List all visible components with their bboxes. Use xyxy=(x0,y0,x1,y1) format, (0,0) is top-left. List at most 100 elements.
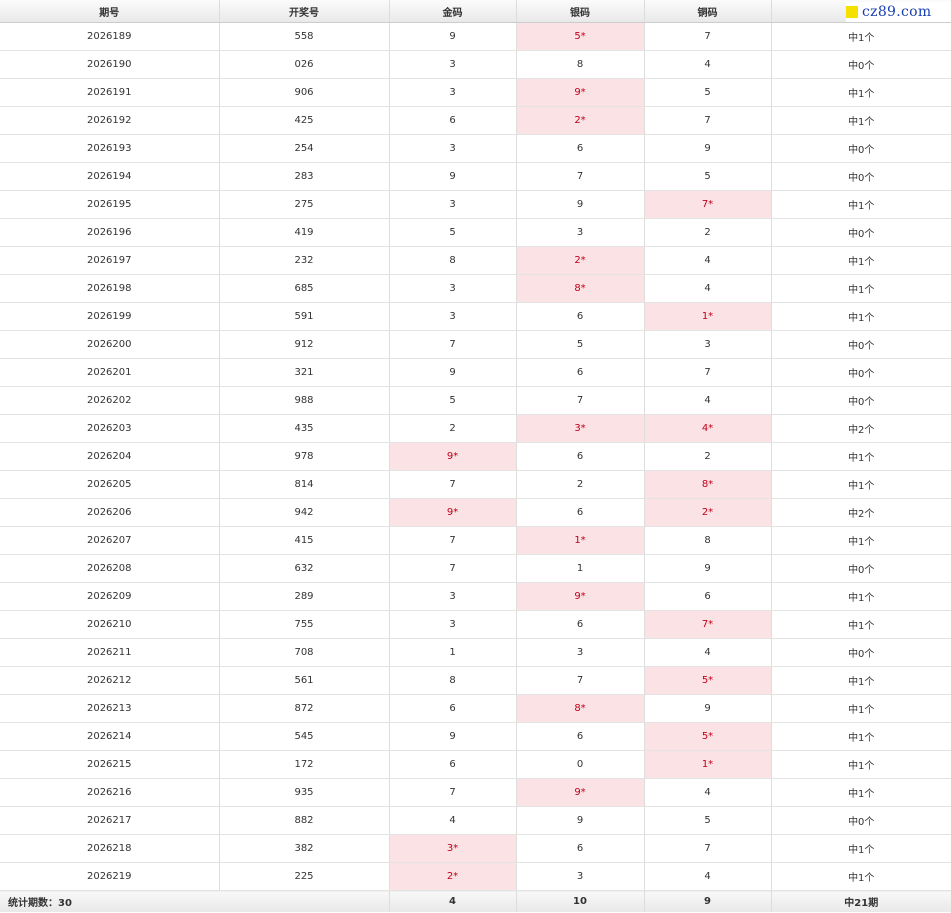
header-row: 期号 开奖号 金码 银码 铜码 xyxy=(0,0,951,23)
cell-number: 415 xyxy=(219,526,390,555)
cell-issue: 2026193 xyxy=(0,134,220,163)
cell-gold: 9 xyxy=(389,162,517,191)
cell-silver: 8 xyxy=(516,50,645,79)
cell-issue: 2026190 xyxy=(0,50,220,79)
cell-issue: 2026199 xyxy=(0,302,220,331)
cell-gold: 2* xyxy=(389,862,517,891)
cell-gold: 3 xyxy=(389,274,517,303)
table-row: 2026191 906 3 9* 5 中1个 xyxy=(0,78,951,107)
cell-gold: 6 xyxy=(389,750,517,779)
cell-issue: 2026218 xyxy=(0,834,220,863)
table-row: 2026197 232 8 2* 4 中1个 xyxy=(0,246,951,275)
cell-issue: 2026202 xyxy=(0,386,220,415)
cell-result: 中1个 xyxy=(771,834,951,863)
cell-bronze: 5* xyxy=(644,722,772,751)
results-table: 期号 开奖号 金码 银码 铜码 2026189 558 9 5* 7 中1个 2026190… xyxy=(0,0,951,912)
cell-silver: 8* xyxy=(516,274,645,303)
cell-number: 882 xyxy=(219,806,390,835)
cell-number: 942 xyxy=(219,498,390,527)
cell-silver: 7 xyxy=(516,666,645,695)
cell-issue: 2026208 xyxy=(0,554,220,583)
cell-gold: 5 xyxy=(389,386,517,415)
cell-bronze: 7 xyxy=(644,22,772,51)
cell-number: 321 xyxy=(219,358,390,387)
cell-number: 591 xyxy=(219,302,390,331)
cell-number: 275 xyxy=(219,190,390,219)
cell-gold: 2 xyxy=(389,414,517,443)
table-row: 2026199 591 3 6 1* 中1个 xyxy=(0,302,951,331)
cell-result: 中1个 xyxy=(771,862,951,891)
cell-result: 中0个 xyxy=(771,386,951,415)
cell-number: 419 xyxy=(219,218,390,247)
site-logo[interactable]: cz89.com xyxy=(846,2,951,22)
cell-issue: 2026212 xyxy=(0,666,220,695)
cell-silver: 0 xyxy=(516,750,645,779)
summary-silver: 10 xyxy=(516,890,645,912)
cell-bronze: 4 xyxy=(644,386,772,415)
cell-silver: 9* xyxy=(516,582,645,611)
cell-issue: 2026196 xyxy=(0,218,220,247)
table-row: 2026200 912 7 5 3 中0个 xyxy=(0,330,951,359)
table-row: 2026212 561 8 7 5* 中1个 xyxy=(0,666,951,695)
cell-bronze: 2 xyxy=(644,442,772,471)
cell-bronze: 3 xyxy=(644,330,772,359)
cell-silver: 3 xyxy=(516,862,645,891)
cell-number: 988 xyxy=(219,386,390,415)
cell-bronze: 7* xyxy=(644,190,772,219)
cell-gold: 7 xyxy=(389,470,517,499)
cell-bronze: 8* xyxy=(644,470,772,499)
cell-silver: 3* xyxy=(516,414,645,443)
cell-issue: 2026219 xyxy=(0,862,220,891)
table-row: 2026202 988 5 7 4 中0个 xyxy=(0,386,951,415)
cell-result: 中2个 xyxy=(771,498,951,527)
table-row: 2026205 814 7 2 8* 中1个 xyxy=(0,470,951,499)
header-issue: 期号 xyxy=(0,0,220,23)
cell-result: 中1个 xyxy=(771,582,951,611)
cell-issue: 2026204 xyxy=(0,442,220,471)
table-row: 2026198 685 3 8* 4 中1个 xyxy=(0,274,951,303)
cell-number: 685 xyxy=(219,274,390,303)
cell-gold: 3 xyxy=(389,134,517,163)
cell-silver: 6 xyxy=(516,442,645,471)
cell-result: 中1个 xyxy=(771,246,951,275)
cell-issue: 2026207 xyxy=(0,526,220,555)
cell-result: 中1个 xyxy=(771,78,951,107)
cell-issue: 2026194 xyxy=(0,162,220,191)
cell-silver: 2 xyxy=(516,470,645,499)
table-row: 2026215 172 6 0 1* 中1个 xyxy=(0,750,951,779)
cell-gold: 9* xyxy=(389,498,517,527)
table-row: 2026194 283 9 7 5 中0个 xyxy=(0,162,951,191)
cell-gold: 3 xyxy=(389,582,517,611)
cell-result: 中2个 xyxy=(771,414,951,443)
cell-gold: 1 xyxy=(389,638,517,667)
table-row: 2026190 026 3 8 4 中0个 xyxy=(0,50,951,79)
cell-silver: 6 xyxy=(516,722,645,751)
cell-issue: 2026216 xyxy=(0,778,220,807)
cell-gold: 3 xyxy=(389,610,517,639)
cell-result: 中1个 xyxy=(771,442,951,471)
cell-bronze: 9 xyxy=(644,694,772,723)
cell-number: 906 xyxy=(219,78,390,107)
cell-bronze: 1* xyxy=(644,302,772,331)
cell-bronze: 5 xyxy=(644,162,772,191)
cell-gold: 7 xyxy=(389,330,517,359)
cell-number: 283 xyxy=(219,162,390,191)
cell-silver: 6 xyxy=(516,834,645,863)
cell-result: 中1个 xyxy=(771,722,951,751)
cell-silver: 6 xyxy=(516,358,645,387)
cell-silver: 5* xyxy=(516,22,645,51)
cell-number: 545 xyxy=(219,722,390,751)
cell-gold: 4 xyxy=(389,806,517,835)
cell-silver: 1* xyxy=(516,526,645,555)
cell-silver: 9* xyxy=(516,78,645,107)
cell-result: 中1个 xyxy=(771,302,951,331)
table-row: 2026214 545 9 6 5* 中1个 xyxy=(0,722,951,751)
cell-number: 232 xyxy=(219,246,390,275)
cell-bronze: 7 xyxy=(644,106,772,135)
table-row: 2026206 942 9* 6 2* 中2个 xyxy=(0,498,951,527)
table-row: 2026213 872 6 8* 9 中1个 xyxy=(0,694,951,723)
cell-bronze: 7 xyxy=(644,358,772,387)
cell-number: 708 xyxy=(219,638,390,667)
cell-issue: 2026197 xyxy=(0,246,220,275)
cell-number: 935 xyxy=(219,778,390,807)
